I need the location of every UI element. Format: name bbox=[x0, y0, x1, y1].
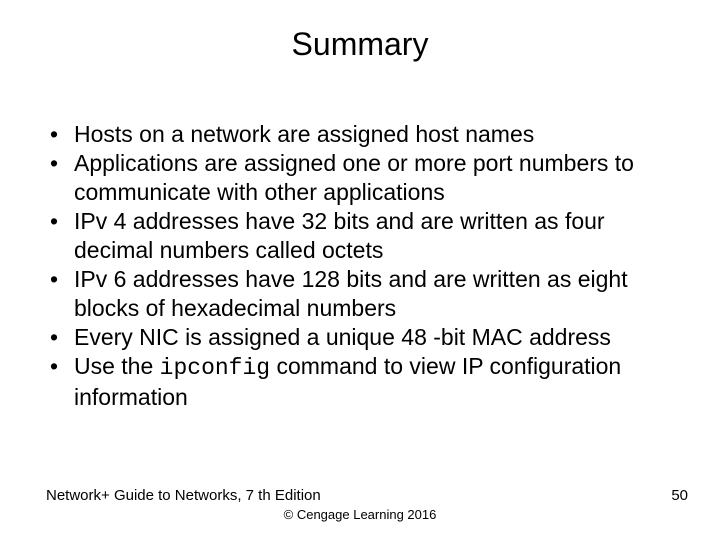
command-text: ipconfig bbox=[160, 355, 270, 381]
bullet-text: IPv 6 addresses have 128 bits and are wr… bbox=[74, 266, 628, 321]
footer-copyright: © Cengage Learning 2016 bbox=[0, 507, 720, 522]
bullet-text: IPv 4 addresses have 32 bits and are wri… bbox=[74, 208, 605, 263]
list-item: Every NIC is assigned a unique 48 -bit M… bbox=[46, 323, 680, 352]
list-item: IPv 4 addresses have 32 bits and are wri… bbox=[46, 207, 680, 265]
slide: Summary Hosts on a network are assigned … bbox=[0, 0, 720, 540]
bullet-text: Applications are assigned one or more po… bbox=[74, 150, 634, 205]
bullet-list: Hosts on a network are assigned host nam… bbox=[46, 120, 680, 412]
list-item: Applications are assigned one or more po… bbox=[46, 149, 680, 207]
slide-body: Hosts on a network are assigned host nam… bbox=[46, 120, 680, 412]
bullet-text-pre: Use the bbox=[74, 353, 160, 379]
list-item: Hosts on a network are assigned host nam… bbox=[46, 120, 680, 149]
list-item: IPv 6 addresses have 128 bits and are wr… bbox=[46, 265, 680, 323]
footer-page-number: 50 bbox=[671, 487, 688, 504]
footer-book-title: Network+ Guide to Networks, 7 th Edition bbox=[46, 487, 321, 504]
bullet-text: Every NIC is assigned a unique 48 -bit M… bbox=[74, 324, 611, 350]
list-item: Use the ipconfig command to view IP conf… bbox=[46, 352, 680, 412]
bullet-text: Hosts on a network are assigned host nam… bbox=[74, 121, 534, 147]
slide-title: Summary bbox=[0, 26, 720, 63]
